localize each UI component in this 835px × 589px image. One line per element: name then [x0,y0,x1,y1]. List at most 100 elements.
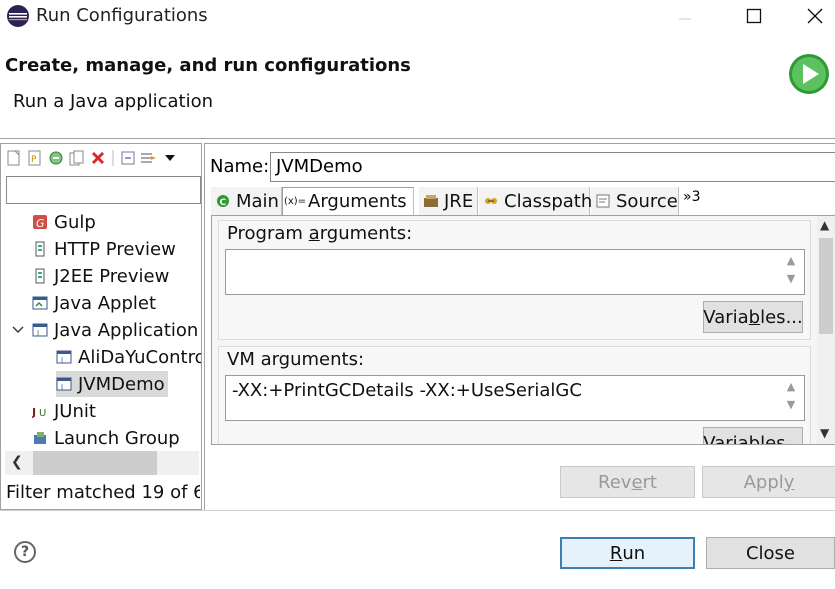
apply-button[interactable]: Appl y [702,466,835,498]
horizontal-scrollbar[interactable]: ❮ [5,451,199,475]
new-prototype-icon[interactable]: P [26,149,44,167]
main-tab-icon: C [215,193,231,209]
filter-config-icon[interactable] [140,149,158,167]
tab-label: Source [616,190,678,212]
tree-item-launch-group[interactable]: Launch Group [32,425,180,451]
configuration-editor-panel: Name: JVMDemo C Main (x)= Arguments JRE … [204,143,835,510]
j2ee-preview-icon [35,268,45,284]
mnemonic: e [631,471,643,493]
export-config-icon[interactable] [47,149,65,167]
gulp-icon: G [33,215,47,230]
svg-text:J: J [36,329,39,337]
maximize-button[interactable] [724,0,784,32]
close-button[interactable]: Close [706,537,835,569]
tree-item-gulp[interactable]: G Gulp [32,209,96,235]
vm-arguments-field[interactable]: -XX:+PrintGCDetails -XX:+UseSerialGC ▲ ▼ [225,375,805,421]
header-subtitle: Run a Java application [13,91,214,112]
tree-item-j2ee-preview[interactable]: J2EE Preview [32,263,169,289]
tree-item-label: Launch Group [54,427,180,449]
button-label: Variables... [703,432,803,445]
tree-item-jvmdemo[interactable]: J JVMDemo [56,371,168,397]
tree-item-http-preview[interactable]: HTTP Preview [32,236,176,262]
tab-arguments[interactable]: (x)= Arguments [282,187,414,215]
help-icon[interactable]: ? [14,541,36,563]
filter-input[interactable] [6,176,201,204]
header-title: Create, manage, and run configurations [5,55,411,76]
label-part: rt [642,471,657,493]
classpath-tab-icon [483,193,499,209]
duplicate-config-icon[interactable] [68,149,86,167]
tab-label: Classpath [504,190,593,212]
label-part: Appl [743,471,784,493]
tree-item-alidayu[interactable]: J AliDaYuContro [56,344,201,370]
mnemonic: y [783,471,795,493]
svg-text:J: J [60,356,63,364]
chevron-down-icon[interactable]: ▼ [820,426,829,440]
dialog-header: Create, manage, and run configurations R… [0,34,835,138]
delete-config-icon[interactable] [89,149,107,167]
tree-item-java-application[interactable]: J Java Application [32,317,198,343]
tab-classpath[interactable]: Classpath [479,187,593,215]
label-part: rguments: [319,223,413,244]
maximize-icon [746,8,762,24]
title-bar: Run Configurations [0,0,835,34]
vertical-scrollbar[interactable]: ▲ ▼ [817,216,835,444]
svg-text:J: J [60,383,63,391]
chevron-up-icon[interactable]: ▲ [820,218,829,232]
arguments-tab-content: Program arguments: ▲ ▼ Varia b les... VM ar… [211,215,835,445]
scrollbar-thumb[interactable] [33,451,157,475]
tree-item-label: JVMDemo [78,373,165,395]
chevron-down-icon[interactable] [11,323,25,337]
svg-text:U: U [39,408,46,419]
chevron-left-icon[interactable]: ❮ [11,454,23,470]
java-config-icon: J [56,377,72,391]
svg-text:P: P [31,155,37,165]
new-config-icon[interactable] [5,149,23,167]
name-field[interactable]: JVMDemo [270,152,835,182]
minimize-button[interactable] [655,0,715,32]
tree-item-label: AliDaYuContro [78,346,201,368]
tab-source[interactable]: Source [591,187,679,215]
textarea-scroll-arrows[interactable]: ▲ ▼ [780,252,802,292]
tree-item-junit[interactable]: JU JUnit [32,398,96,424]
program-variables-button[interactable]: Varia b les... [703,301,803,333]
config-toolbar: P [1,144,201,172]
program-arguments-label: Program arguments: [227,223,412,244]
label-part: les... [760,306,803,328]
tab-main[interactable]: C Main [211,187,282,215]
view-menu-icon[interactable] [161,149,179,167]
filter-status-text: Filter matched 19 of 65 [6,482,200,503]
configuration-list-panel: P G Gulp HTTP Preview J2EE Preview Java … [0,143,202,510]
window-title: Run Configurations [36,5,208,26]
tree-item-label: JUnit [54,400,96,422]
arguments-tab-icon: (x)= [283,196,307,207]
more-tabs-indicator[interactable]: »3 [683,189,700,205]
textarea-scroll-arrows[interactable]: ▲ ▼ [780,378,802,418]
footer-separator [0,510,835,511]
close-window-button[interactable] [785,0,835,32]
run-button[interactable]: Run [560,537,695,569]
label-part: un [622,542,646,564]
name-label: Name: [210,156,270,177]
run-icon [789,54,829,94]
tab-label: JRE [444,190,474,212]
tree-item-java-applet[interactable]: Java Applet [32,290,156,316]
svg-text:C: C [220,198,227,208]
config-tree: G Gulp HTTP Preview J2EE Preview Java Ap… [1,207,201,451]
header-separator [0,138,835,139]
label-part: Varia [703,306,749,328]
label-part: Program [227,223,309,244]
program-arguments-field[interactable]: ▲ ▼ [225,249,805,295]
mnemonic: a [308,223,320,244]
vm-arguments-label: VM arguments: [227,349,365,370]
tab-label: Arguments [308,191,407,212]
jre-tab-icon [423,193,439,209]
vm-arguments-group: VM arguments: -XX:+PrintGCDetails -XX:+U… [218,346,811,445]
mnemonic: R [609,542,623,564]
svg-text:J: J [32,406,36,419]
vm-variables-button[interactable]: Variables... [703,427,803,445]
revert-button[interactable]: Rev e rt [560,466,695,498]
scrollbar-thumb[interactable] [819,238,833,334]
tab-jre[interactable]: JRE [419,187,478,215]
collapse-all-icon[interactable] [119,149,137,167]
